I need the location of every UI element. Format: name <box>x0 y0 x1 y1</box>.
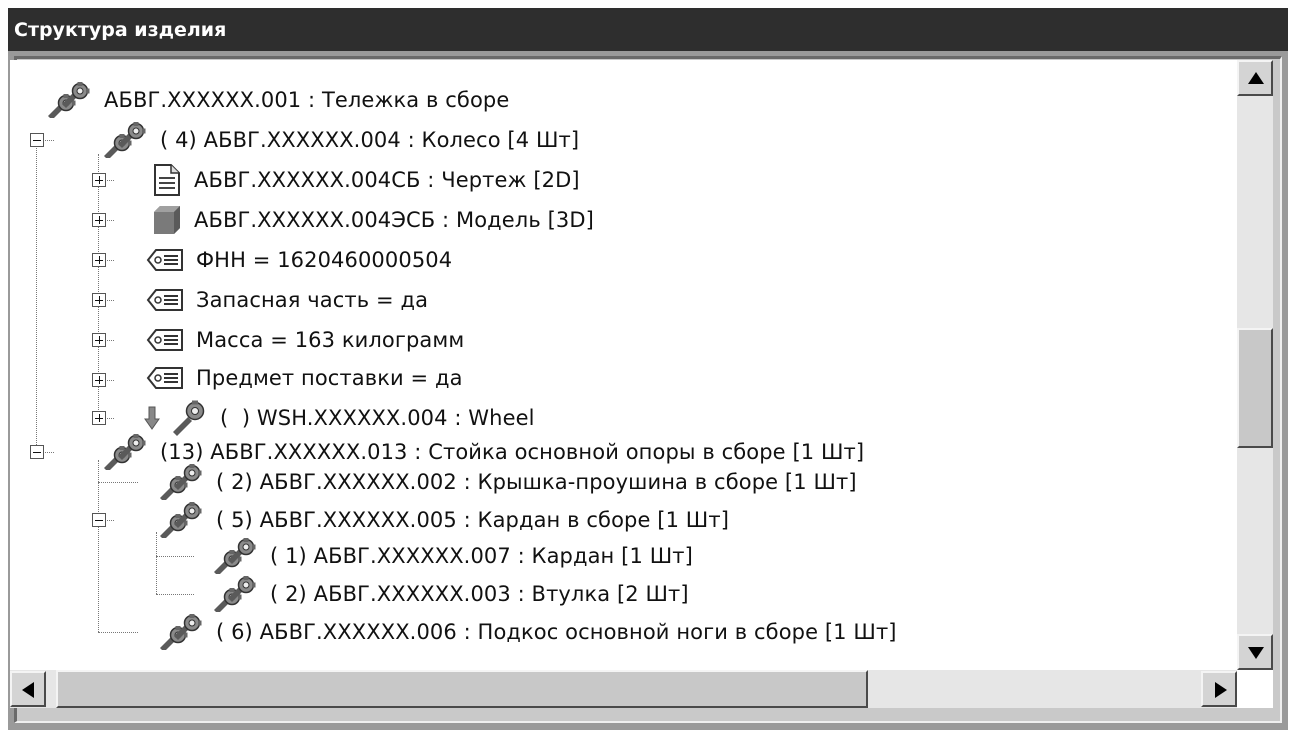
tree-connector <box>156 556 194 557</box>
assembly-icon <box>158 614 204 650</box>
collapse-toggle[interactable] <box>30 445 44 459</box>
attribute-icon <box>146 288 184 312</box>
tree-item-label: ( ) WSH.XXXXXX.004 : Wheel <box>220 406 535 430</box>
scroll-right-button[interactable] <box>1201 671 1237 707</box>
tree-item[interactable]: АБВГ.XXXXXX.001 : Тележка в сборе <box>46 80 509 120</box>
document-icon <box>152 164 182 196</box>
tree-item-label: ( 2) АБВГ.XXXXXX.003 : Втулка [2 Шт] <box>270 582 689 606</box>
tree-item[interactable]: АБВГ.XXXXXX.004ЭСБ : Модель [3D] <box>152 200 594 240</box>
horizontal-scrollbar[interactable] <box>10 670 1237 708</box>
arrow-right-icon <box>1215 682 1227 698</box>
tree-item-label: Предмет поставки = да <box>196 366 463 390</box>
assembly-icon <box>212 576 258 612</box>
tree-item[interactable]: ФНН = 1620460000504 <box>146 240 452 280</box>
expand-toggle[interactable] <box>92 411 106 425</box>
expand-toggle[interactable] <box>92 173 106 187</box>
arrow-up-icon <box>1248 72 1264 84</box>
assembly-icon <box>158 502 204 538</box>
scroll-down-button[interactable] <box>1237 634 1273 670</box>
horizontal-scroll-thumb[interactable] <box>56 670 868 708</box>
tree-item-label: ( 5) АБВГ.XXXXXX.005 : Кардан в сборе [1… <box>216 508 729 532</box>
collapse-toggle[interactable] <box>92 513 106 527</box>
tree-connector <box>98 632 138 633</box>
tree-connector <box>98 460 99 632</box>
tree-item[interactable]: Масса = 163 килограмм <box>146 320 464 360</box>
tree-item[interactable]: ( 4) АБВГ.XXXXXX.004 : Колесо [4 Шт] <box>102 120 579 160</box>
attribute-icon <box>146 248 184 272</box>
tree-connector <box>156 532 157 594</box>
tree-item[interactable]: АБВГ.XXXXXX.004СБ : Чертеж [2D] <box>152 160 580 200</box>
tree-item[interactable]: ( 5) АБВГ.XXXXXX.005 : Кардан в сборе [1… <box>158 500 729 540</box>
scrollbar-corner <box>1237 670 1273 708</box>
tree-item[interactable]: ( 2) АБВГ.XXXXXX.003 : Втулка [2 Шт] <box>212 574 689 614</box>
arrow-down-icon <box>1248 647 1264 659</box>
tree-item[interactable]: Запасная часть = да <box>146 280 428 320</box>
tree-item[interactable]: Предмет поставки = да <box>146 358 463 398</box>
arrow-left-icon <box>22 682 34 698</box>
expand-toggle[interactable] <box>92 333 106 347</box>
tree-item-label: ( 4) АБВГ.XXXXXX.004 : Колесо [4 Шт] <box>160 128 580 152</box>
model-icon <box>152 204 182 236</box>
tree-item[interactable]: ( 6) АБВГ.XXXXXX.006 : Подкос основной н… <box>158 612 897 652</box>
arrow-down-icon <box>144 405 160 431</box>
window-title: Структура изделия <box>8 8 1288 51</box>
tree-item-label: (13) АБВГ.XXXXXX.013 : Стойка основной о… <box>160 440 865 464</box>
part-icon <box>170 400 208 436</box>
tree-item[interactable]: ( 1) АБВГ.XXXXXX.007 : Кардан [1 Шт] <box>212 536 693 576</box>
assembly-icon <box>102 122 148 158</box>
vertical-scroll-thumb[interactable] <box>1237 328 1273 448</box>
tree-connector <box>156 594 194 595</box>
tree-item-label: АБВГ.XXXXXX.001 : Тележка в сборе <box>104 88 510 112</box>
tree-item-label: Запасная часть = да <box>196 288 429 312</box>
tree-item-label: АБВГ.XXXXXX.004ЭСБ : Модель [3D] <box>194 208 594 232</box>
collapse-toggle[interactable] <box>30 133 44 147</box>
expand-toggle[interactable] <box>92 253 106 267</box>
assembly-icon <box>102 434 148 470</box>
product-structure-tree[interactable]: АБВГ.XXXXXX.001 : Тележка в сборе ( 4) А… <box>10 60 1237 670</box>
expand-toggle[interactable] <box>92 213 106 227</box>
tree-item-label: ФНН = 1620460000504 <box>196 248 453 272</box>
scroll-up-button[interactable] <box>1237 60 1273 96</box>
tree-item-label: ( 1) АБВГ.XXXXXX.007 : Кардан [1 Шт] <box>270 544 693 568</box>
attribute-icon <box>146 366 184 390</box>
vertical-scrollbar[interactable] <box>1237 60 1273 670</box>
assembly-icon <box>46 82 92 118</box>
tree-item-label: ( 2) АБВГ.XXXXXX.002 : Крышка-проушина в… <box>216 470 857 494</box>
assembly-icon <box>158 464 204 500</box>
tree-item-label: ( 6) АБВГ.XXXXXX.006 : Подкос основной н… <box>216 620 897 644</box>
tree-item-label: Масса = 163 килограмм <box>196 328 465 352</box>
tree-item-label: АБВГ.XXXXXX.004СБ : Чертеж [2D] <box>194 168 580 192</box>
tree-item[interactable]: ( 2) АБВГ.XXXXXX.002 : Крышка-проушина в… <box>158 462 857 502</box>
scroll-left-button[interactable] <box>10 671 46 707</box>
tree-connector <box>98 482 138 483</box>
assembly-icon <box>212 538 258 574</box>
expand-toggle[interactable] <box>92 373 106 387</box>
expand-toggle[interactable] <box>92 293 106 307</box>
attribute-icon <box>146 328 184 352</box>
tree-connector <box>36 133 37 451</box>
